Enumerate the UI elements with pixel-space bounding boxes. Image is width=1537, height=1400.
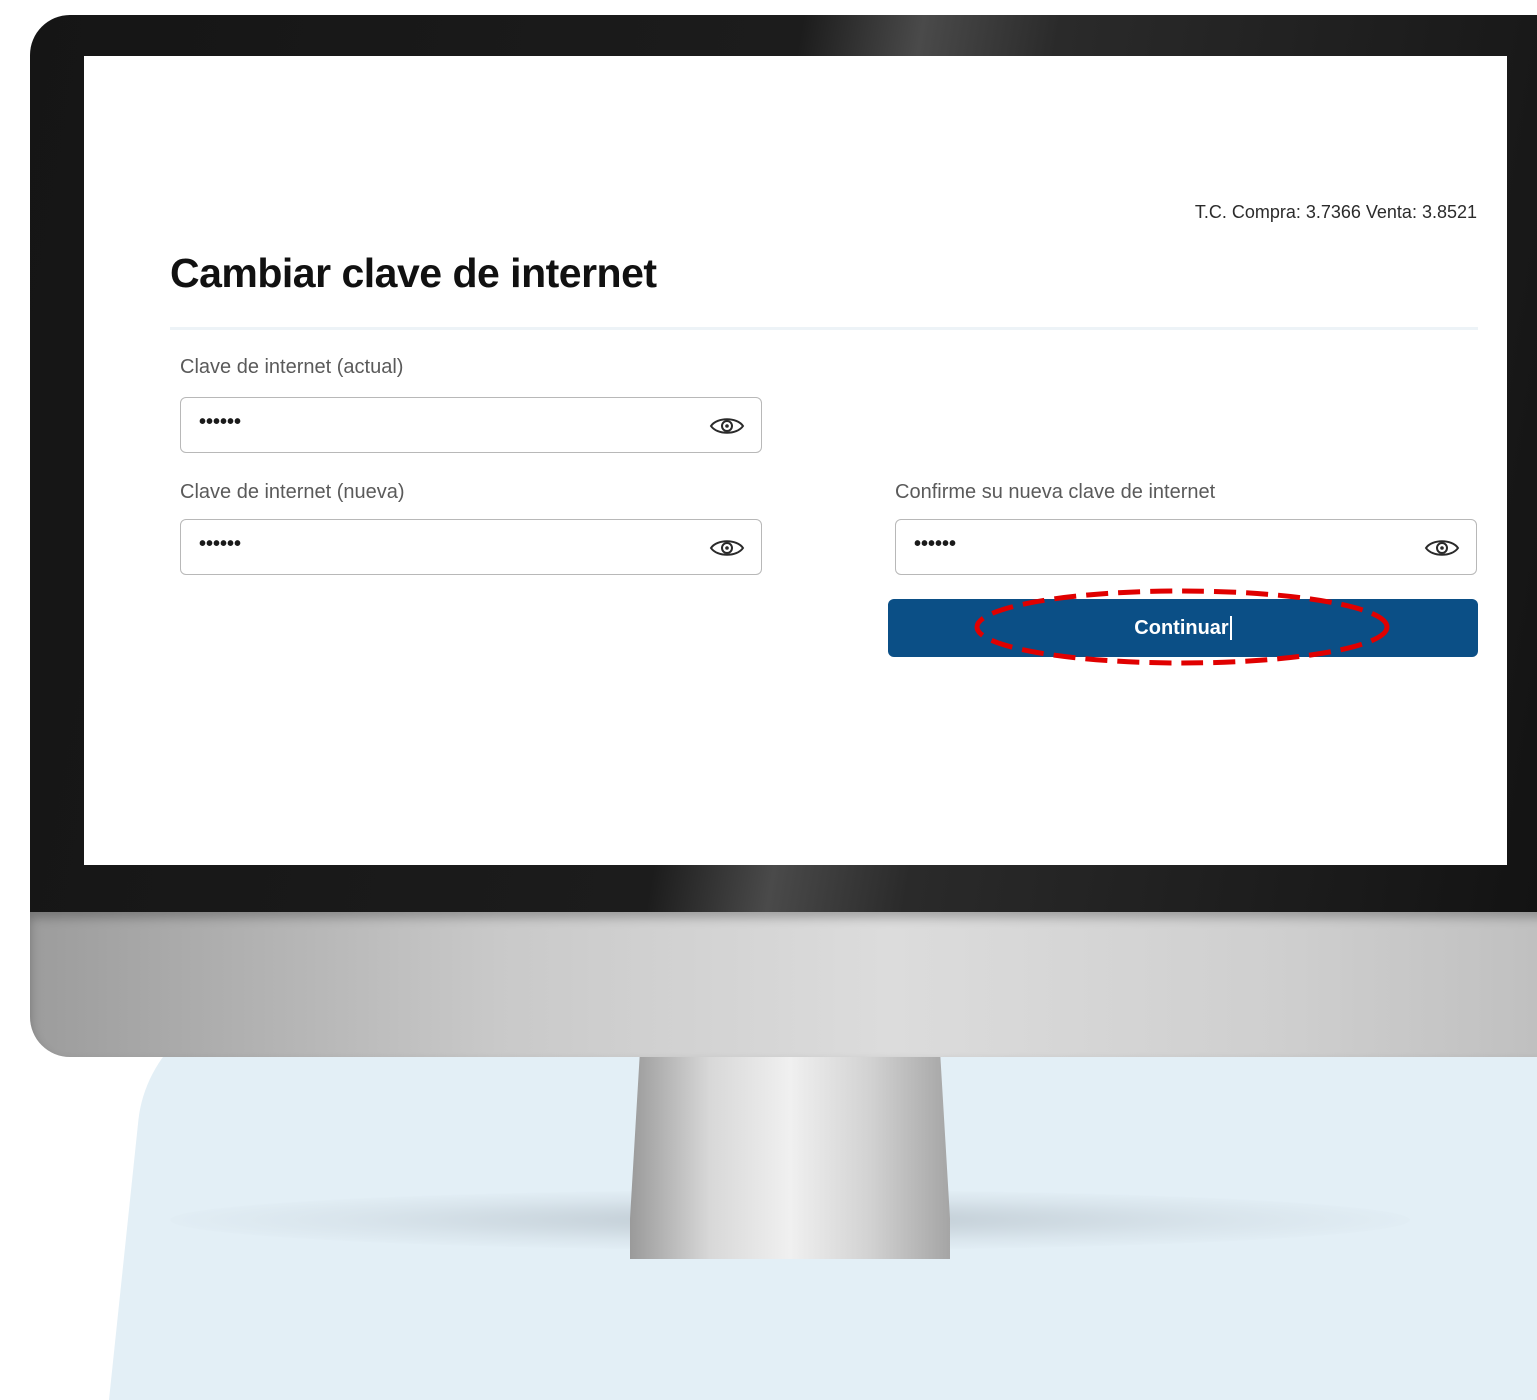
exchange-rate: T.C. Compra: 3.7366 Venta: 3.8521 [1194,202,1477,222]
confirm-password-field[interactable]: •••••• [895,519,1477,575]
eye-icon[interactable] [709,534,745,562]
current-password-label: Clave de internet (actual) [180,356,404,378]
monitor-chin [30,912,1537,1057]
new-password-field[interactable]: •••••• [180,519,762,575]
text-cursor [1229,616,1232,640]
confirm-password-label: Confirme su nueva clave de internet [895,481,1216,503]
continue-button[interactable]: Continuar [888,599,1478,657]
current-password-field[interactable]: •••••• [180,397,762,453]
confirm-password-value: •••••• [914,533,957,555]
new-password-label: Clave de internet (nueva) [180,481,405,503]
eye-icon[interactable] [1424,534,1460,562]
new-password-value: •••••• [199,533,242,555]
page-title: Cambiar clave de internet [170,250,657,296]
continue-button-label: Continuar [1134,616,1229,639]
title-divider [170,327,1478,330]
monitor-screen: T.C. Compra: 3.7366 Venta: 3.8521 Cambia… [84,56,1507,865]
current-password-value: •••••• [199,411,242,433]
monitor-stand [630,1057,950,1259]
eye-icon[interactable] [709,412,745,440]
